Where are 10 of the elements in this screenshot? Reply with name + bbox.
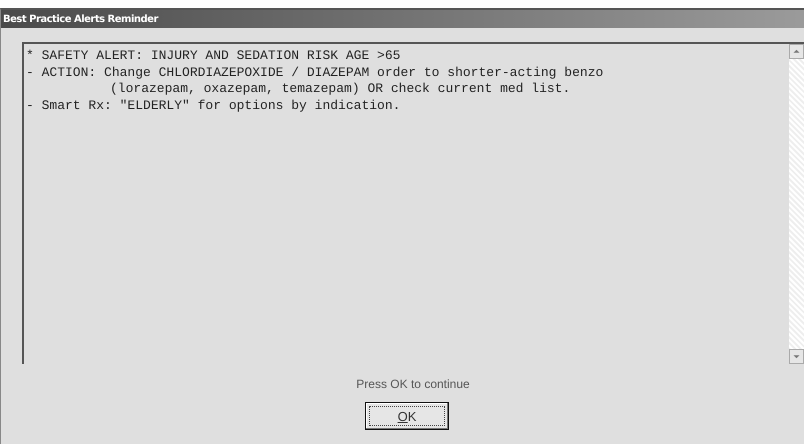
window-title: Best Practice Alerts Reminder	[3, 14, 158, 24]
ok-button[interactable]: OK	[365, 402, 449, 430]
continue-prompt: Press OK to continue	[356, 377, 470, 391]
alert-line: * SAFETY ALERT: INJURY AND SEDATION RISK AGE >65	[26, 48, 402, 65]
alert-line: - ACTION: Change CHLORDIAZEPOXIDE / DIAZEPAM order to shorter-acting benzo	[26, 64, 604, 82]
scroll-up-icon[interactable]	[789, 44, 804, 59]
alert-line: (lorazepam, oxazepam, temazepam) OR check current med list.	[109, 81, 572, 98]
scroll-down-icon[interactable]	[789, 349, 804, 364]
scrollbar[interactable]	[789, 44, 804, 364]
alert-line: - Smart Rx: "ELDERLY" for options by indication.	[26, 98, 402, 114]
